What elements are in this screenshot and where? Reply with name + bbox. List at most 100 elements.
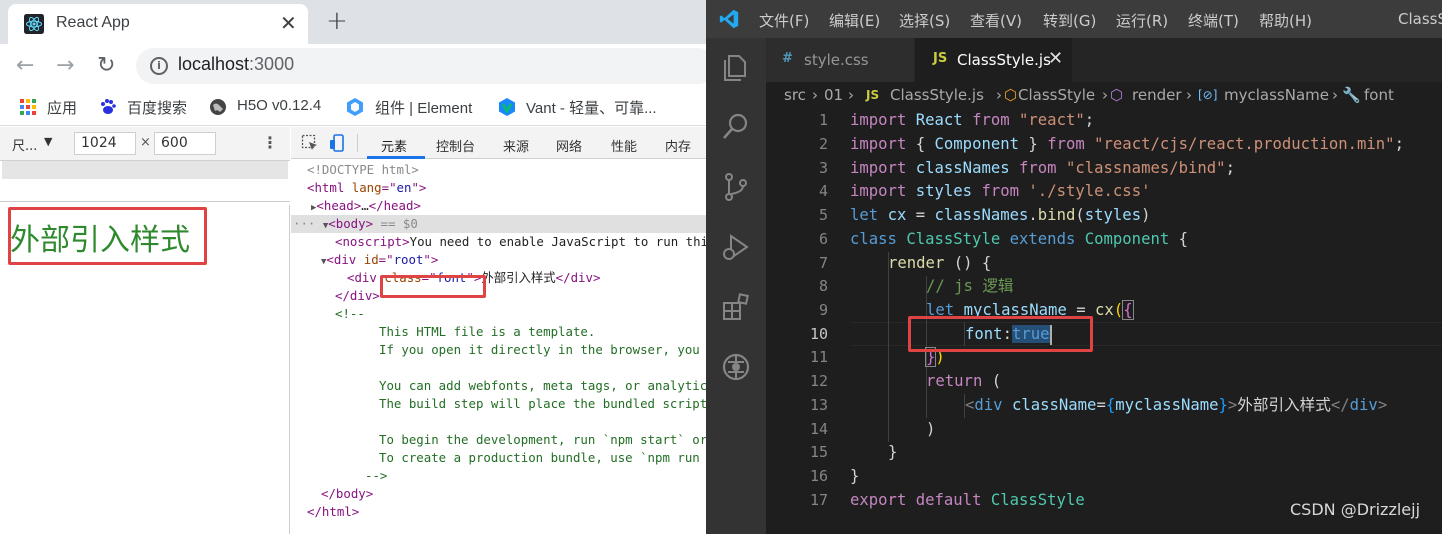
dom-comment-line: The build step will place the bundled sc… (379, 396, 706, 411)
menu-edit[interactable]: 编辑(E) (829, 10, 880, 31)
tab-elements[interactable]: 元素 (381, 136, 407, 155)
breadcrumb-src[interactable]: src (784, 86, 806, 104)
bookmark-apps[interactable]: 应用 (47, 97, 77, 118)
devtools-toolbar: 元素 控制台 来源 网络 性能 内存 (291, 127, 706, 159)
code-line: import { Component } from "react/cjs/rea… (850, 135, 1404, 153)
tab-network[interactable]: 网络 (556, 136, 582, 155)
caret-down-icon[interactable]: ▼ (44, 135, 52, 148)
ruler (0, 161, 290, 205)
dom-html-close[interactable]: </html> (307, 503, 359, 521)
class-symbol-icon: ⬡ (1004, 86, 1018, 104)
browser-tab[interactable]: React App ✕ (8, 4, 308, 44)
back-arrow-icon[interactable]: ← (16, 53, 34, 78)
vscode-window: 文件(F) 编辑(E) 选择(S) 查看(V) 转到(G) 运行(R) 终端(T… (706, 0, 1442, 534)
dom-div-close[interactable]: </div> (335, 287, 380, 305)
chevron-right-icon: › (848, 86, 854, 104)
window-title: ClassSt (1398, 10, 1442, 28)
tab-classstyle-js[interactable]: JS ClassStyle.js ✕ (915, 38, 1072, 82)
code-line: <div className={myclassName}>外部引入样式</div… (965, 396, 1388, 414)
ruler-strip (2, 161, 288, 179)
breadcrumb-property[interactable]: font (1364, 86, 1394, 104)
chevron-right-icon: › (996, 86, 1002, 104)
code-editor[interactable]: 1 2 3 4 5 6 7 8 9 10 11 12 13 14 15 16 1… (766, 108, 1442, 534)
info-icon[interactable]: i (150, 57, 168, 75)
menu-run[interactable]: 运行(R) (1116, 10, 1168, 31)
breadcrumb-file[interactable]: ClassStyle.js (890, 86, 984, 104)
source-control-icon[interactable] (719, 170, 753, 204)
dom-comment-line: This HTML file is a template. (379, 324, 596, 339)
line-number: 4 (818, 182, 828, 200)
menu-view[interactable]: 查看(V) (970, 10, 1022, 31)
dom-head[interactable]: ▶<head>…</head> (311, 197, 421, 215)
extensions-icon[interactable] (719, 290, 753, 324)
code-line: return ( (926, 372, 1002, 390)
line-number: 2 (818, 135, 828, 153)
chevron-right-icon: › (812, 86, 818, 104)
breadcrumb-class[interactable]: ClassStyle (1018, 86, 1095, 104)
line-number-active: 10 (809, 325, 828, 343)
line-number: 8 (818, 277, 828, 295)
line-number: 17 (809, 491, 828, 509)
dom-doctype[interactable]: <!DOCTYPE html> (307, 161, 419, 179)
code-line: class ClassStyle extends Component { (850, 230, 1189, 248)
method-symbol-icon: ⬡ (1110, 86, 1124, 104)
breadcrumb-01[interactable]: 01 (824, 86, 843, 104)
dom-noscript[interactable]: <noscript>You need to enable JavaScript … (335, 233, 706, 251)
device-height-input[interactable]: 600 (154, 132, 216, 155)
dom-html-open[interactable]: <html lang="en"> (307, 179, 426, 197)
tab-style-css[interactable]: # style.css (766, 38, 914, 82)
breadcrumb-variable[interactable]: myclassName (1224, 86, 1329, 104)
element-logo-icon (347, 98, 363, 116)
dom-comment-line: If you open it directly in the browser, … (379, 342, 700, 357)
dom-comment-line: You can add webfonts, meta tags, or anal… (379, 378, 706, 393)
line-number: 11 (809, 348, 828, 366)
vscode-logo-icon (719, 9, 739, 29)
bookmark-vant[interactable]: Vant - 轻量、可靠... (526, 97, 657, 118)
breadcrumb-render[interactable]: render (1132, 86, 1182, 104)
inspect-element-icon[interactable] (301, 134, 319, 152)
explorer-files-icon[interactable] (719, 50, 753, 84)
dom-body-open[interactable]: ··· ▼<body> == $0 (293, 215, 418, 233)
reload-icon[interactable]: ↻ (97, 53, 115, 78)
menu-go[interactable]: 转到(G) (1043, 10, 1096, 31)
times-label: × (140, 135, 151, 150)
rendered-page-viewport: 尺... ▼ 1024 × 600 ⋮ 外部引入样式 (0, 127, 290, 534)
new-tab-icon[interactable]: + (326, 6, 348, 36)
tab-performance[interactable]: 性能 (611, 136, 637, 155)
remote-globe-icon[interactable] (719, 350, 753, 384)
bookmark-h5o[interactable]: H5O v0.12.4 (237, 97, 321, 114)
dom-body-close[interactable]: </body> (321, 485, 373, 503)
editor-tabs: # style.css JS ClassStyle.js ✕ (766, 38, 1442, 82)
menu-help[interactable]: 帮助(H) (1259, 10, 1312, 31)
menu-selection[interactable]: 选择(S) (899, 10, 950, 31)
menu-terminal[interactable]: 终端(T) (1188, 10, 1239, 31)
line-number: 14 (809, 420, 828, 438)
tab-console[interactable]: 控制台 (436, 136, 475, 155)
more-vertical-icon[interactable]: ⋮ (262, 133, 278, 152)
close-tab-icon[interactable]: ✕ (280, 11, 297, 35)
bookmark-baidu[interactable]: 百度搜索 (127, 97, 187, 118)
close-icon[interactable]: ✕ (1048, 48, 1063, 69)
vant-logo-icon (499, 98, 515, 116)
tab-sources[interactable]: 来源 (503, 136, 529, 155)
dom-root-div[interactable]: ▼<div id="root"> (321, 251, 438, 269)
search-icon[interactable] (719, 110, 753, 144)
css-file-icon: # (782, 51, 793, 66)
device-select[interactable]: 尺... (12, 135, 37, 154)
toolbar-separator (357, 134, 358, 152)
code-line: import classNames from "classnames/bind"… (850, 159, 1235, 177)
line-number: 15 (809, 443, 828, 461)
line-number: 16 (809, 467, 828, 485)
tab-memory[interactable]: 内存 (665, 136, 691, 155)
url-input[interactable]: i localhost:3000 (136, 48, 706, 84)
menu-file[interactable]: 文件(F) (759, 10, 809, 31)
bookmark-element[interactable]: 组件 | Element (375, 97, 472, 118)
dom-comment-open[interactable]: <!-- (335, 305, 365, 323)
run-debug-icon[interactable] (719, 230, 753, 264)
ruler-divider (0, 201, 290, 202)
line-number: 13 (809, 396, 828, 414)
forward-arrow-icon[interactable]: → (56, 53, 74, 78)
device-width-input[interactable]: 1024 (74, 132, 136, 155)
device-toggle-icon[interactable] (329, 134, 347, 152)
highlight-box-font-true (908, 316, 1093, 352)
